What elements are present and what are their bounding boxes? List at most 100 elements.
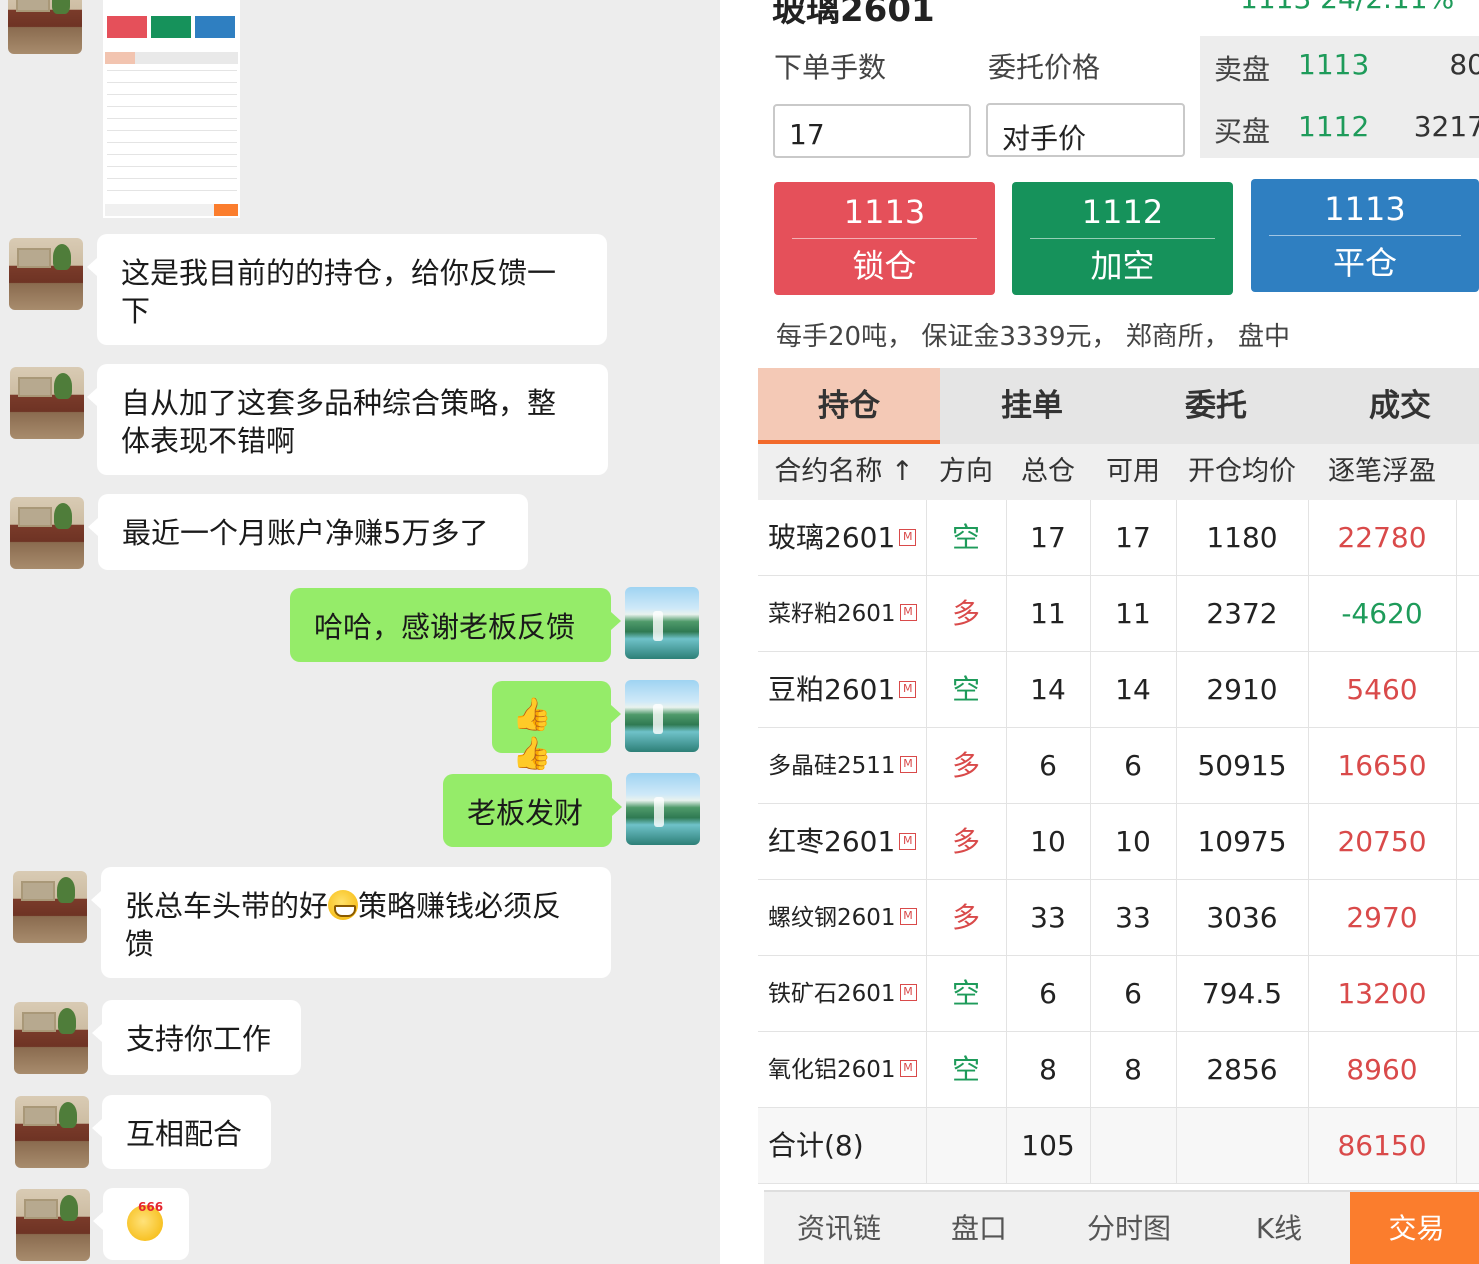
col-float-pnl[interactable]: 逐笔浮盈 [1308, 444, 1456, 500]
order-price-select[interactable]: 对手价 [986, 103, 1185, 157]
float-pnl: 22780 [1337, 521, 1427, 554]
order-book: 卖盘 1113 80 买盘 1112 3217 [1200, 36, 1479, 158]
total-label: 合计(8) [768, 1129, 864, 1162]
col-avg-price[interactable]: 开仓均价 [1176, 444, 1308, 500]
total-qty: 14 [1030, 673, 1066, 706]
direction: 多 [951, 825, 980, 858]
order-price-label: 委托价格 [988, 51, 1101, 84]
direction: 空 [951, 521, 980, 554]
total-qty: 6 [1039, 977, 1057, 1010]
trading-panel: 玻璃2601 1113 24/2.11% 下单手数 委托价格 17 对手价 卖盘… [720, 0, 1479, 1264]
table-row[interactable]: 菜籽粕2601 M 多 11 11 2372 -4620 [758, 576, 1479, 652]
market-badge-icon: M [899, 604, 917, 621]
total-qty: 8 [1039, 1053, 1057, 1086]
direction: 空 [951, 977, 980, 1010]
direction: 空 [951, 1053, 980, 1086]
my-avatar[interactable] [625, 587, 699, 659]
nav-trade[interactable]: 交易 [1350, 1192, 1479, 1264]
tab-pending[interactable]: 挂单 [940, 368, 1124, 444]
total-pnl: 86150 [1337, 1129, 1427, 1162]
contact-avatar[interactable] [10, 497, 84, 569]
button-label: 加空 [1090, 247, 1155, 285]
message-bubble[interactable]: 支持你工作 [92, 1000, 301, 1075]
float-pnl: 2970 [1346, 901, 1418, 934]
contact-avatar[interactable] [16, 1189, 90, 1261]
my-avatar[interactable] [625, 680, 699, 752]
message-bubble[interactable]: 👍👍 [492, 681, 621, 772]
table-header: 合约名称 ↑ 方向 总仓 可用 开仓均价 逐笔浮盈 [758, 444, 1479, 500]
contract-name: 菜籽粕2601 M [758, 576, 926, 652]
col-total[interactable]: 总仓 [1006, 444, 1090, 500]
message-text: 自从加了这套多品种综合策略，整体表现不错啊 [121, 386, 557, 458]
table-row[interactable]: 氧化铝2601 M 空 8 8 2856 8960 [758, 1032, 1479, 1108]
col-contract[interactable]: 合约名称 ↑ [758, 444, 926, 500]
market-badge-icon: M [899, 680, 917, 698]
table-row[interactable]: 铁矿石2601 M 空 6 6 794.5 13200 [758, 956, 1479, 1032]
nav-news[interactable]: 资讯链 [764, 1192, 914, 1264]
message-bubble[interactable]: 老板发财 [443, 774, 622, 847]
available-qty: 10 [1115, 825, 1151, 858]
contact-avatar[interactable] [13, 871, 87, 943]
table-row[interactable]: 玻璃2601 M 空 17 17 1180 22780 [758, 500, 1479, 576]
message-bubble[interactable]: 张总车头带的好 策略赚钱必须反馈 [91, 867, 611, 978]
contact-avatar[interactable] [8, 0, 82, 54]
tab-orders[interactable]: 委托 [1124, 368, 1308, 444]
table-row[interactable]: 豆粕2601 M 空 14 14 2910 5460 [758, 652, 1479, 728]
lock-position-button[interactable]: 1113 锁仓 [774, 182, 995, 295]
contact-avatar[interactable] [14, 1002, 88, 1074]
avg-price: 2910 [1206, 673, 1278, 706]
total-qty: 33 [1030, 901, 1066, 934]
nav-orderbook[interactable]: 盘口 [914, 1192, 1044, 1264]
avg-price: 2372 [1206, 597, 1278, 630]
table-row[interactable]: 红枣2601 M 多 10 10 10975 20750 [758, 804, 1479, 880]
close-position-button[interactable]: 1113 平仓 [1251, 179, 1479, 292]
available-qty: 33 [1115, 901, 1151, 934]
direction: 多 [951, 597, 980, 630]
total-row: 合计(8) 105 86150 [758, 1108, 1479, 1184]
add-short-button[interactable]: 1112 加空 [1012, 182, 1233, 295]
message-bubble[interactable]: 最近一个月账户净赚5万多了 [88, 494, 528, 570]
col-available[interactable]: 可用 [1090, 444, 1176, 500]
contract-info: 每手20吨， 保证金3339元， 郑商所， 盘中 [776, 322, 1291, 352]
market-badge-icon: M [899, 756, 917, 773]
grin-emoji-icon [328, 890, 359, 920]
contract-name: 玻璃2601 M [758, 500, 926, 576]
message-text: 支持你工作 [126, 1022, 272, 1056]
contact-avatar[interactable] [10, 367, 84, 439]
contract-name: 螺纹钢2601 M [758, 880, 926, 956]
float-pnl: -4620 [1341, 597, 1423, 630]
contract-name: 红枣2601 M [758, 804, 926, 880]
table-row[interactable]: 螺纹钢2601 M 多 33 33 3036 2970 [758, 880, 1479, 956]
message-bubble[interactable]: 互相配合 [92, 1095, 271, 1169]
avg-price: 1180 [1206, 521, 1278, 554]
message-bubble[interactable]: 自从加了这套多品种综合策略，整体表现不错啊 [87, 364, 608, 475]
col-direction[interactable]: 方向 [926, 444, 1006, 500]
nav-kline[interactable]: K线 [1204, 1192, 1354, 1264]
message-bubble[interactable]: 哈哈，感谢老板反馈 [290, 588, 621, 662]
available-qty: 6 [1124, 977, 1142, 1010]
message-bubble[interactable]: 这是我目前的的持仓，给你反馈一下 [87, 234, 607, 345]
contact-avatar[interactable] [9, 238, 83, 310]
my-avatar[interactable] [626, 773, 700, 845]
market-badge-icon: M [899, 908, 917, 925]
tab-positions[interactable]: 持仓 [758, 368, 940, 444]
available-qty: 6 [1124, 749, 1142, 782]
available-qty: 14 [1115, 673, 1151, 706]
top-quote: 1113 24/2.11% [1240, 0, 1454, 15]
float-pnl: 13200 [1337, 977, 1427, 1010]
bid-price[interactable]: 1112 [1298, 110, 1369, 143]
tab-bar: 持仓 挂单 委托 成交 [758, 368, 1479, 444]
available-qty: 11 [1115, 597, 1151, 630]
contact-avatar[interactable] [15, 1096, 89, 1168]
message-text: 张总车头带的好 [125, 889, 329, 923]
nav-timeshare[interactable]: 分时图 [1054, 1192, 1204, 1264]
tab-trades[interactable]: 成交 [1308, 368, 1479, 444]
ask-price[interactable]: 1113 [1298, 48, 1369, 81]
order-qty-input[interactable]: 17 [773, 104, 971, 158]
market-badge-icon: M [899, 528, 917, 546]
float-pnl: 5460 [1346, 673, 1418, 706]
image-message-thumbnail[interactable] [103, 0, 240, 218]
table-row[interactable]: 多晶硅2511 M 多 6 6 50915 16650 [758, 728, 1479, 804]
market-badge-icon: M [899, 832, 917, 850]
chat-panel: 这是我目前的的持仓，给你反馈一下 自从加了这套多品种综合策略，整体表现不错啊 最… [0, 0, 720, 1264]
